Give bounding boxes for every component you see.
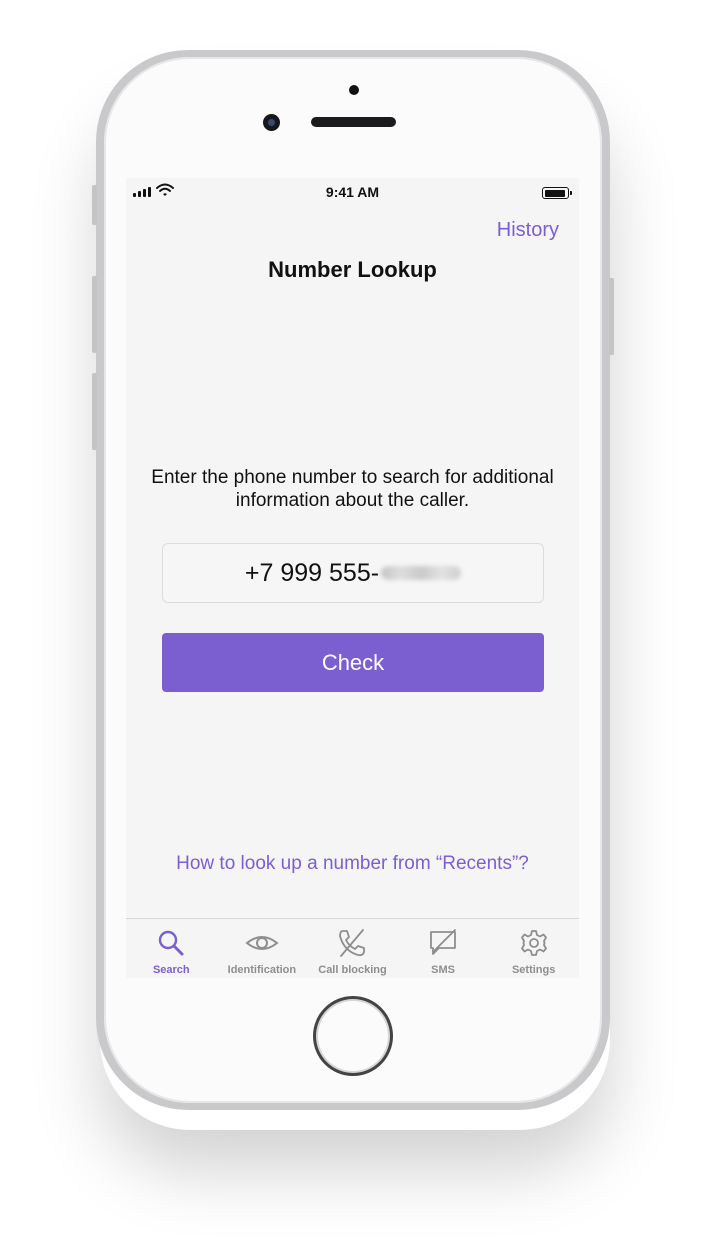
- app-screen: 9:41 AM History Number Lookup Enter the …: [126, 178, 579, 978]
- redacted-digits: [381, 566, 462, 580]
- gear-icon: [520, 930, 547, 956]
- mute-switch: [92, 185, 97, 225]
- check-button[interactable]: Check: [162, 633, 544, 692]
- tab-label-call-blocking: Call blocking: [318, 964, 387, 976]
- history-link[interactable]: History: [497, 219, 559, 242]
- eye-icon: [245, 936, 279, 950]
- tab-identification[interactable]: Identification: [217, 919, 308, 978]
- search-icon: [159, 930, 184, 956]
- tab-label-sms: SMS: [431, 964, 455, 976]
- status-bar: 9:41 AM: [126, 178, 579, 206]
- front-camera: [263, 114, 280, 131]
- home-button[interactable]: [313, 996, 393, 1076]
- earpiece-speaker: [311, 117, 396, 127]
- phone-number-input[interactable]: +7 999 555-: [162, 543, 544, 603]
- proximity-sensor: [349, 85, 359, 95]
- instructions-text: Enter the phone number to search for add…: [151, 467, 554, 511]
- tab-settings[interactable]: Settings: [488, 919, 579, 978]
- phone-number-value: +7 999 555-: [244, 558, 380, 587]
- tab-label-settings: Settings: [511, 964, 556, 976]
- power-button: [609, 278, 614, 355]
- tab-label-identification: Identification: [227, 964, 297, 976]
- volume-down-button: [92, 373, 97, 450]
- tab-sms[interactable]: SMS: [398, 919, 489, 978]
- battery-icon: [542, 187, 572, 199]
- tab-call-blocking[interactable]: Call blocking: [307, 919, 398, 978]
- message-slash-icon: [430, 929, 456, 955]
- volume-up-button: [92, 276, 97, 353]
- tab-bar: Search Identification Call blocking SMS: [126, 918, 579, 978]
- phone-slash-icon: [339, 929, 366, 957]
- tab-label-search: Search: [152, 964, 190, 976]
- tab-search[interactable]: Search: [126, 919, 217, 978]
- recents-help-link[interactable]: How to look up a number from “Recents”?: [126, 853, 579, 875]
- status-time: 9:41 AM: [325, 184, 380, 200]
- page-title: Number Lookup: [268, 257, 437, 282]
